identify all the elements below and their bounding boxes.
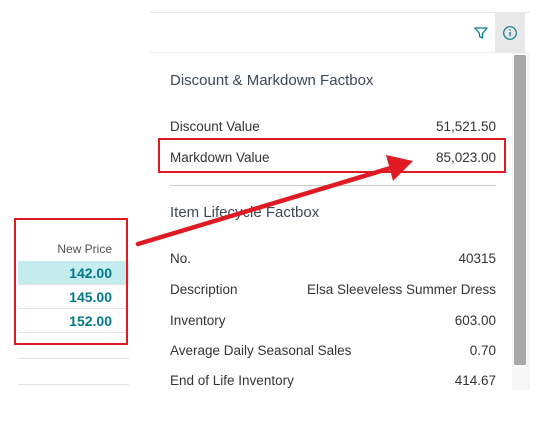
field-value[interactable]: 85,023.00 [436, 150, 496, 165]
field-label: Inventory [170, 312, 226, 328]
field-value[interactable]: 0.70 [470, 343, 496, 358]
field-value[interactable]: 51,521.50 [436, 119, 496, 134]
section-divider [170, 185, 496, 186]
table-row[interactable]: 145.00 [18, 285, 129, 309]
vertical-scrollbar[interactable] [512, 53, 530, 390]
factbox-toolbar [150, 12, 530, 53]
description-row: Description Elsa Sleeveless Summer Dress [170, 279, 496, 299]
average-daily-seasonal-sales-row: Average Daily Seasonal Sales 0.70 [170, 340, 496, 360]
field-value[interactable]: 414.67 [455, 373, 496, 388]
field-value[interactable]: 40315 [458, 251, 496, 266]
empty-table-row[interactable] [18, 333, 129, 359]
table-row[interactable]: 142.00 [18, 261, 129, 285]
no-row: No. 40315 [170, 248, 496, 268]
filter-button[interactable] [466, 13, 496, 53]
field-label: Discount Value [170, 118, 260, 134]
field-value[interactable]: 603.00 [455, 313, 496, 328]
factbox-pane: Discount & Markdown Factbox Discount Val… [150, 12, 530, 390]
lifecycle-factbox-title[interactable]: Item Lifecycle Factbox [170, 204, 319, 221]
new-price-column-header[interactable]: New Price [18, 238, 129, 261]
field-label: Description [170, 281, 238, 297]
field-value[interactable]: Elsa Sleeveless Summer Dress [307, 282, 496, 297]
field-label: No. [170, 250, 192, 266]
discount-factbox-title[interactable]: Discount & Markdown Factbox [170, 72, 373, 89]
field-label: Markdown Value [170, 149, 270, 165]
end-of-life-inventory-row: End of Life Inventory 414.67 [170, 370, 496, 390]
field-label: Average Daily Seasonal Sales [170, 342, 352, 358]
field-label: End of Life Inventory [170, 372, 294, 388]
inventory-row: Inventory 603.00 [170, 310, 496, 330]
filter-icon [474, 27, 488, 39]
info-icon [503, 26, 517, 40]
markdown-value-row: Markdown Value 85,023.00 [170, 147, 496, 167]
table-row[interactable]: 152.00 [18, 309, 129, 333]
empty-table-row[interactable] [18, 359, 129, 385]
scrollbar-thumb[interactable] [514, 55, 526, 365]
info-button[interactable] [495, 13, 525, 53]
discount-value-row: Discount Value 51,521.50 [170, 116, 496, 136]
price-grid: New Price 142.00 145.00 152.00 [18, 238, 129, 385]
